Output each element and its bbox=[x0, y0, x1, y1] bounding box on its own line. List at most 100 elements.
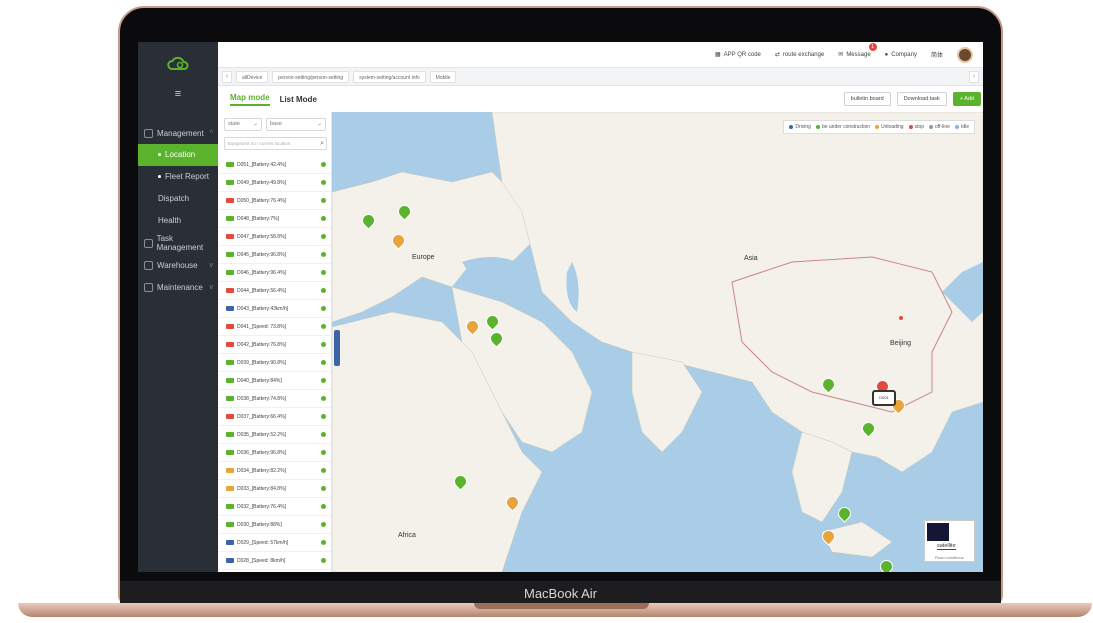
locate-pin-icon[interactable] bbox=[321, 270, 326, 275]
list-item[interactable]: D028_[Speed: 8km/h] bbox=[218, 552, 331, 570]
sidebar: ≡ Management ^ Location Fleet Report Dis… bbox=[138, 42, 218, 572]
list-item[interactable]: D048_[Battery:7%] bbox=[218, 210, 331, 228]
locate-pin-icon[interactable] bbox=[321, 180, 326, 185]
map-view[interactable]: Europe Asia Beijing Africa D001 Driving b… bbox=[332, 112, 983, 572]
device-label: D043_[Battery:43km/h] bbox=[237, 305, 289, 312]
message-badge: 1 bbox=[868, 43, 877, 51]
sidebar-item-health[interactable]: Health bbox=[138, 210, 218, 232]
search-input[interactable]: Equipment no / current location ⌕ bbox=[224, 137, 327, 150]
locate-pin-icon[interactable] bbox=[321, 360, 326, 365]
base-select[interactable]: base ⌄ bbox=[266, 118, 326, 131]
list-item[interactable]: D045_[Battery:96.8%] bbox=[218, 246, 331, 264]
list-item[interactable]: D038_[Battery:74.8%] bbox=[218, 390, 331, 408]
locate-pin-icon[interactable] bbox=[321, 288, 326, 293]
list-item[interactable]: D051_[Battery:42.4%] bbox=[218, 156, 331, 174]
locate-pin-icon[interactable] bbox=[321, 396, 326, 401]
locate-pin-icon[interactable] bbox=[321, 414, 326, 419]
route-exchange-button[interactable]: ⇄ route exchange bbox=[775, 51, 824, 59]
satellite-toggle[interactable]: satellite Road conditions bbox=[924, 520, 975, 562]
list-item[interactable]: D032_[Battery:76.4%] bbox=[218, 498, 331, 516]
locate-pin-icon[interactable] bbox=[321, 324, 326, 329]
list-item[interactable]: D034_[Battery:82.2%] bbox=[218, 462, 331, 480]
device-label: D040_[Battery:84%] bbox=[237, 377, 282, 384]
bulletin-board-button[interactable]: bulletin board bbox=[843, 92, 891, 106]
menu-toggle-icon[interactable]: ≡ bbox=[138, 88, 218, 106]
list-item[interactable]: D042_[Battery:76.8%] bbox=[218, 336, 331, 354]
mode-bar: Map mode List Mode bulletin board Downlo… bbox=[218, 86, 983, 112]
locate-pin-icon[interactable] bbox=[321, 252, 326, 257]
device-callout[interactable]: D001 bbox=[872, 390, 896, 406]
list-item[interactable]: D050_[Battery:76.4%] bbox=[218, 192, 331, 210]
locate-pin-icon[interactable] bbox=[321, 450, 326, 455]
app-logo bbox=[138, 42, 218, 86]
locate-pin-icon[interactable] bbox=[321, 468, 326, 473]
battery-icon bbox=[226, 378, 234, 383]
device-label: D049_[Battery:49.8%] bbox=[237, 179, 286, 186]
laptop-frame: ≡ Management ^ Location Fleet Report Dis… bbox=[0, 0, 1093, 623]
list-item[interactable]: D036_[Battery:96.8%] bbox=[218, 444, 331, 462]
list-item[interactable]: D029_[Speed: 57km/h] bbox=[218, 534, 331, 552]
chevron-down-icon: ⌄ bbox=[253, 121, 258, 127]
list-item[interactable]: D033_[Battery:84.8%] bbox=[218, 480, 331, 498]
status-legend: Driving be under construction Unloading sto… bbox=[783, 120, 975, 134]
locate-pin-icon[interactable] bbox=[321, 198, 326, 203]
list-item[interactable]: D049_[Battery:49.8%] bbox=[218, 174, 331, 192]
road-conditions-label[interactable]: Road conditions bbox=[935, 555, 964, 560]
locate-pin-icon[interactable] bbox=[321, 504, 326, 509]
locate-pin-icon[interactable] bbox=[321, 342, 326, 347]
sidebar-item-location[interactable]: Location bbox=[138, 144, 218, 166]
search-icon[interactable]: ⌕ bbox=[320, 138, 326, 149]
locate-pin-icon[interactable] bbox=[321, 234, 326, 239]
locate-pin-icon[interactable] bbox=[321, 540, 326, 545]
list-item[interactable]: D046_[Battery:96.4%] bbox=[218, 264, 331, 282]
list-item[interactable]: D041_[Speed: 73.8%] bbox=[218, 318, 331, 336]
add-button[interactable]: + Add bbox=[952, 92, 981, 106]
battery-icon bbox=[226, 360, 234, 365]
locate-pin-icon[interactable] bbox=[321, 486, 326, 491]
tab-scroll-left-icon[interactable]: ‹ bbox=[222, 70, 232, 83]
device-label: D032_[Battery:76.4%] bbox=[237, 503, 286, 510]
list-item[interactable]: D047_[Battery:58.8%] bbox=[218, 228, 331, 246]
list-item[interactable]: D040_[Battery:84%] bbox=[218, 372, 331, 390]
tab-mobile[interactable]: Mobile bbox=[429, 70, 457, 83]
tab-person-setting[interactable]: person-setting/person-setting bbox=[272, 70, 350, 83]
app-qr-button[interactable]: ▦ APP QR code bbox=[715, 51, 761, 59]
message-button[interactable]: ✉ Message 1 bbox=[838, 43, 877, 58]
device-label: D046_[Battery:96.4%] bbox=[237, 269, 286, 276]
download-task-button[interactable]: Download task bbox=[896, 92, 947, 106]
locate-pin-icon[interactable] bbox=[321, 378, 326, 383]
locate-pin-icon[interactable] bbox=[321, 306, 326, 311]
tab-scroll-right-icon[interactable]: › bbox=[969, 70, 979, 83]
tab-all-device[interactable]: allDevice bbox=[236, 70, 269, 83]
list-item[interactable]: D037_[Battery:66.4%] bbox=[218, 408, 331, 426]
locate-pin-icon[interactable] bbox=[321, 558, 326, 563]
list-item[interactable]: D039_[Battery:90.8%] bbox=[218, 354, 331, 372]
list-item[interactable]: D035_[Battery:52.2%] bbox=[218, 426, 331, 444]
locate-pin-icon[interactable] bbox=[321, 162, 326, 167]
locate-pin-icon[interactable] bbox=[321, 522, 326, 527]
sidebar-item-dispatch[interactable]: Dispatch bbox=[138, 188, 218, 210]
nav-group-task-management[interactable]: Task Management bbox=[138, 232, 218, 254]
state-select[interactable]: state ⌄ bbox=[224, 118, 262, 131]
tab-list-mode[interactable]: List Mode bbox=[280, 95, 317, 104]
company-button[interactable]: ● Company bbox=[885, 52, 917, 58]
avatar[interactable] bbox=[957, 46, 973, 63]
legend-dot-icon bbox=[815, 125, 820, 129]
panel-collapse-handle[interactable] bbox=[334, 330, 340, 366]
battery-icon bbox=[226, 504, 234, 509]
locate-pin-icon[interactable] bbox=[321, 432, 326, 437]
sidebar-item-fleet-report[interactable]: Fleet Report bbox=[138, 166, 218, 188]
nav-group-warehouse[interactable]: Warehouse v bbox=[138, 254, 218, 276]
list-item[interactable]: D030_[Battery:88%] bbox=[218, 516, 331, 534]
battery-icon bbox=[226, 486, 234, 491]
device-label: D028_[Speed: 8km/h] bbox=[237, 557, 286, 564]
tab-account-info[interactable]: system-setting/account info bbox=[353, 70, 426, 83]
nav-group-management[interactable]: Management ^ bbox=[138, 122, 218, 144]
tab-map-mode[interactable]: Map mode bbox=[230, 93, 270, 106]
list-item[interactable]: D043_[Battery:43km/h] bbox=[218, 300, 331, 318]
battery-icon bbox=[226, 234, 234, 239]
language-switch[interactable]: 简体 bbox=[931, 50, 943, 59]
locate-pin-icon[interactable] bbox=[321, 216, 326, 221]
list-item[interactable]: D044_[Battery:56.4%] bbox=[218, 282, 331, 300]
nav-group-maintenance[interactable]: Maintenance v bbox=[138, 276, 218, 298]
